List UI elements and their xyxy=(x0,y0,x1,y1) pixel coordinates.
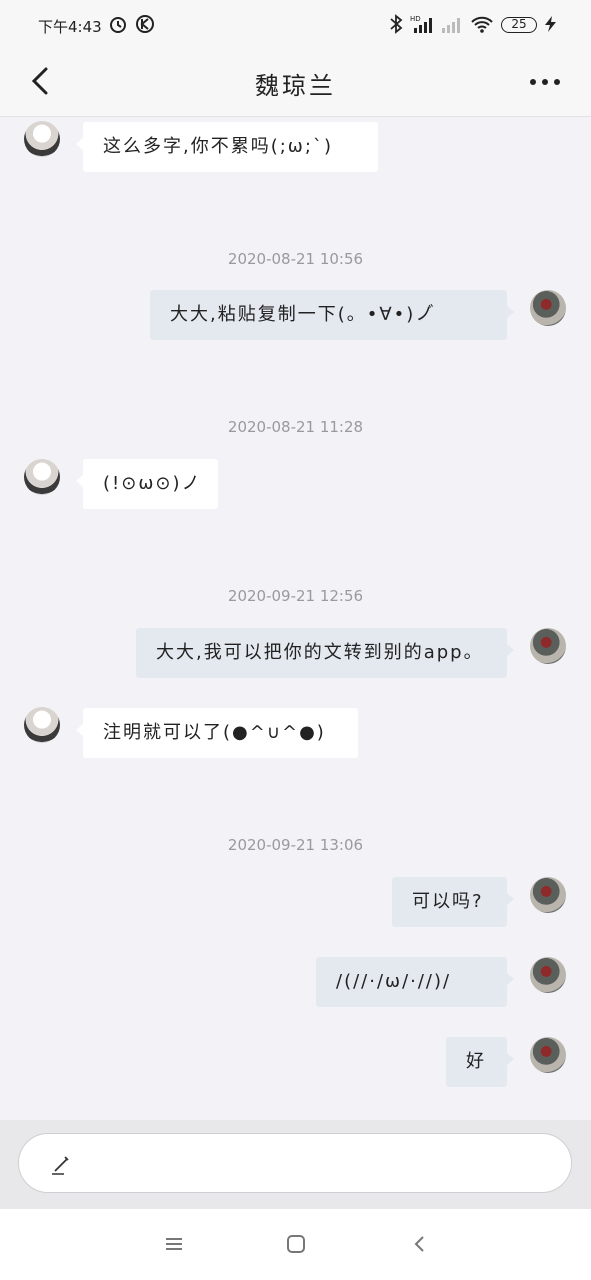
message-bubble-incoming[interactable]: (!⊙ω⊙)ノ xyxy=(76,459,218,509)
message-text: /(//·/ω/·//)/ xyxy=(336,971,452,992)
status-bar: 下午4:43 HD 25 xyxy=(0,0,591,52)
message-bubble-outgoing[interactable]: 好 xyxy=(446,1037,514,1087)
message-timestamp: 2020-09-21 12:56 xyxy=(227,587,364,605)
message-timestamp: 2020-09-21 13:06 xyxy=(227,836,364,854)
message-bubble-outgoing[interactable]: /(//·/ω/·//)/ xyxy=(316,957,514,1007)
home-icon[interactable] xyxy=(285,1233,307,1255)
battery-level: 25 xyxy=(511,17,527,31)
message-timestamp: 2020-08-21 11:28 xyxy=(227,418,364,436)
more-horizontal-icon[interactable] xyxy=(529,72,561,92)
system-nav-bar xyxy=(0,1209,591,1280)
k-app-icon xyxy=(135,14,155,38)
composer-bar xyxy=(0,1120,591,1209)
message-timestamp: 2020-08-21 10:56 xyxy=(227,250,364,268)
chat-header: 魏琼兰 xyxy=(0,52,591,117)
message-bubble-incoming[interactable]: 这么多字,你不累吗(;ω;`) xyxy=(76,122,378,172)
contact-avatar[interactable] xyxy=(24,121,60,157)
user-avatar[interactable] xyxy=(530,957,566,993)
signal-icon xyxy=(440,14,462,38)
page-title: 魏琼兰 xyxy=(255,72,336,100)
user-avatar[interactable] xyxy=(530,628,566,664)
back-icon[interactable] xyxy=(409,1233,431,1255)
hd-signal-icon: HD xyxy=(410,14,434,38)
message-text: 大大,我可以把你的文转到别的app。 xyxy=(156,642,484,663)
user-avatar[interactable] xyxy=(530,877,566,913)
message-bubble-outgoing[interactable]: 大大,我可以把你的文转到别的app。 xyxy=(136,628,514,678)
charging-icon xyxy=(542,14,560,38)
status-time: 下午4:43 xyxy=(38,18,102,36)
menu-icon[interactable] xyxy=(163,1233,185,1255)
message-bubble-incoming[interactable]: 注明就可以了(●^∪^●) xyxy=(76,708,358,758)
message-bubble-outgoing[interactable]: 可以吗? xyxy=(392,877,514,927)
alarm-icon xyxy=(108,14,128,38)
message-text: 这么多字,你不累吗(;ω;`) xyxy=(103,136,333,157)
message-text: 好 xyxy=(466,1051,486,1072)
battery-icon: 25 xyxy=(501,17,537,33)
message-text: (!⊙ω⊙)ノ xyxy=(103,473,202,494)
message-text: 注明就可以了(●^∪^●) xyxy=(103,722,326,743)
user-avatar[interactable] xyxy=(530,290,566,326)
svg-text:HD: HD xyxy=(410,15,421,23)
contact-avatar[interactable] xyxy=(24,459,60,495)
message-list[interactable]: 这么多字,你不累吗(;ω;`) 2020-08-21 10:56 大大,粘贴复制… xyxy=(0,117,591,1120)
wifi-icon xyxy=(470,14,494,38)
message-bubble-outgoing[interactable]: 大大,粘贴复制一下(。•∀•)ノ゙ xyxy=(150,290,514,340)
contact-avatar[interactable] xyxy=(24,707,60,743)
message-input[interactable] xyxy=(18,1133,572,1193)
bluetooth-icon xyxy=(389,14,403,38)
pen-icon xyxy=(49,1151,75,1177)
message-text: 大大,粘贴复制一下(。•∀•)ノ゙ xyxy=(170,304,436,325)
message-text: 可以吗? xyxy=(412,891,484,912)
user-avatar[interactable] xyxy=(530,1037,566,1073)
